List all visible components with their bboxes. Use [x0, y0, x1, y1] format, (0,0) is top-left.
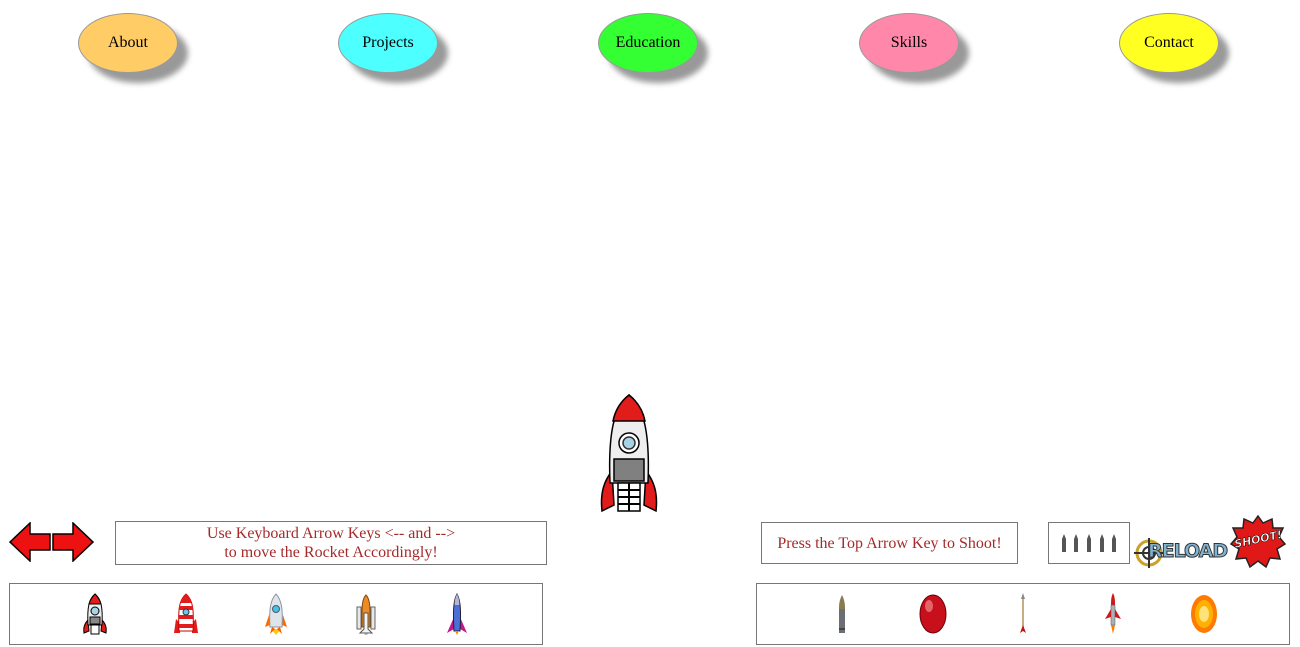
- space-shuttle-icon: [356, 594, 376, 635]
- reload-label: RELOAD: [1147, 540, 1228, 563]
- striped-rocket-icon: [173, 593, 198, 633]
- red-egg-icon: [919, 594, 947, 634]
- missile-icon: [1105, 593, 1122, 634]
- shoot-hint-text: Press the Top Arrow Key to Shoot!: [777, 534, 1002, 552]
- fireball-icon: [1190, 595, 1217, 633]
- shoot-button[interactable]: SHOOT!: [1230, 514, 1286, 570]
- rocket-selector: [9, 583, 543, 645]
- rocket-option-shuttle[interactable]: [351, 593, 381, 635]
- bullet-icon: [1086, 534, 1091, 552]
- ammo-option-arrow[interactable]: [1008, 593, 1038, 635]
- arrow-icon: [1019, 593, 1026, 633]
- bullet-icon: [1112, 534, 1117, 552]
- nav-contact[interactable]: Contact: [1119, 13, 1219, 73]
- ammo-counter: [1048, 522, 1130, 564]
- arrow-right-icon[interactable]: [52, 522, 94, 562]
- move-hint: Use Keyboard Arrow Keys <-- and --> to m…: [115, 521, 547, 565]
- player-rocket[interactable]: [598, 393, 660, 513]
- ammo-option-bullet[interactable]: [827, 593, 857, 635]
- move-hint-line2: to move the Rocket Accordingly!: [224, 544, 438, 561]
- ammo-option-egg[interactable]: [918, 593, 948, 635]
- nav-about[interactable]: About: [78, 13, 178, 73]
- nav-projects[interactable]: Projects: [338, 13, 438, 73]
- classic-rocket-icon: [83, 593, 107, 635]
- bullet-icon: [839, 595, 846, 633]
- rocket-option-striped[interactable]: [171, 593, 201, 635]
- arrow-left-icon[interactable]: [9, 522, 51, 562]
- ammo-option-fireball[interactable]: [1189, 593, 1219, 635]
- nav-label: Contact: [1144, 34, 1194, 51]
- rocket-option-classic[interactable]: [80, 593, 110, 635]
- bullet-icon: [1099, 534, 1104, 552]
- reload-button[interactable]: RELOAD: [1134, 536, 1229, 568]
- rocket-option-silver[interactable]: [261, 593, 291, 635]
- nav-education[interactable]: Education: [598, 13, 698, 73]
- ammo-selector: [756, 583, 1290, 645]
- nav-label: Projects: [362, 34, 414, 51]
- bullet-icon: [1074, 534, 1079, 552]
- shoot-hint: Press the Top Arrow Key to Shoot!: [761, 522, 1018, 564]
- move-hint-line1: Use Keyboard Arrow Keys <-- and -->: [206, 525, 456, 542]
- silver-rocket-icon: [264, 593, 287, 635]
- nav-skills[interactable]: Skills: [859, 13, 959, 73]
- nav-label: Education: [615, 34, 681, 51]
- rocket-option-purple[interactable]: [442, 593, 472, 635]
- ammo-option-missile[interactable]: [1098, 593, 1128, 635]
- bullet-icon: [1061, 534, 1066, 552]
- nav-label: Skills: [890, 34, 928, 51]
- nav-label: About: [108, 34, 148, 51]
- purple-rocket-icon: [446, 593, 467, 635]
